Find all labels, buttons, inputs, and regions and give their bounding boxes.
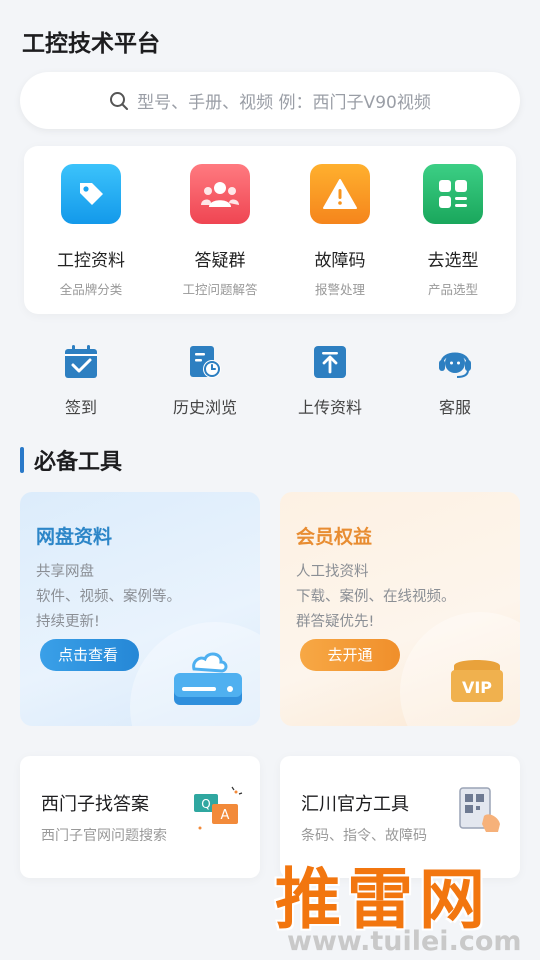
tag-icon bbox=[61, 164, 121, 224]
vip-badge-icon: VIP bbox=[451, 660, 503, 702]
section-title: 必备工具 bbox=[34, 450, 123, 475]
headset-icon bbox=[435, 342, 475, 382]
qa-chat-icon: Q A bbox=[194, 786, 243, 830]
search-icon bbox=[110, 91, 129, 110]
quick-action-service[interactable]: 客服 bbox=[400, 342, 510, 418]
quick-action-history[interactable]: 历史浏览 bbox=[150, 342, 260, 418]
vip-promo-card[interactable]: 会员权益 人工找资料 下载、案例、在线视频。 群答疑优先! 去开通 VIP bbox=[280, 492, 520, 726]
qr-scan-icon bbox=[459, 787, 500, 832]
promo-line: 群答疑优先! bbox=[296, 614, 375, 630]
category-label: 答疑群 bbox=[194, 251, 246, 271]
category-sub: 产品选型 bbox=[427, 282, 478, 297]
promo-line: 人工找资料 bbox=[296, 564, 369, 580]
quick-action-label: 签到 bbox=[64, 398, 97, 417]
watermark-url: www.tuilei.com bbox=[287, 926, 522, 957]
category-item-materials[interactable]: 工控资料 全品牌分类 bbox=[31, 164, 151, 298]
tool-title: 西门子找答案 bbox=[41, 794, 149, 815]
search-input[interactable]: 型号、手册、视频 例：西门子V90视频 bbox=[20, 72, 520, 129]
promo-line: 软件、视频、案例等。 bbox=[36, 589, 181, 605]
category-label: 故障码 bbox=[314, 251, 366, 271]
calendar-check-icon bbox=[61, 342, 101, 382]
tool-sub: 条码、指令、故障码 bbox=[301, 828, 427, 844]
quick-action-upload[interactable]: 上传资料 bbox=[275, 342, 385, 418]
promo-line: 下载、案例、在线视频。 bbox=[296, 589, 456, 605]
tool-sub: 西门子官网问题搜索 bbox=[41, 828, 167, 844]
category-sub: 全品牌分类 bbox=[59, 282, 123, 297]
history-doc-icon bbox=[185, 342, 225, 382]
cloud-drive-icon bbox=[174, 652, 242, 705]
svg-text:Q: Q bbox=[201, 797, 210, 811]
section-accent-bar bbox=[20, 447, 24, 473]
activate-button[interactable]: 去开通 bbox=[300, 639, 400, 671]
category-item-fault-code[interactable]: 故障码 报警处理 bbox=[280, 164, 400, 298]
category-item-selection[interactable]: 去选型 产品选型 bbox=[393, 164, 513, 298]
promo-title: 会员权益 bbox=[296, 526, 373, 548]
group-icon bbox=[190, 164, 250, 224]
quick-action-checkin[interactable]: 签到 bbox=[26, 342, 136, 418]
promo-title: 网盘资料 bbox=[36, 526, 113, 548]
svg-text:A: A bbox=[221, 808, 230, 823]
grid-icon bbox=[423, 164, 483, 224]
category-label: 工控资料 bbox=[57, 251, 125, 271]
upload-icon bbox=[310, 342, 350, 382]
view-button[interactable]: 点击查看 bbox=[40, 639, 139, 671]
category-card: 工控资料 全品牌分类 答疑群 工控问题解答 故障码 报警处理 去选型 产品选型 bbox=[24, 146, 516, 314]
tool-title: 汇川官方工具 bbox=[301, 794, 409, 815]
quick-action-label: 上传资料 bbox=[297, 398, 362, 417]
category-label: 去选型 bbox=[427, 251, 479, 271]
siemens-answer-card[interactable]: 西门子找答案 西门子官网问题搜索 Q A bbox=[20, 756, 260, 878]
search-placeholder: 型号、手册、视频 例：西门子V90视频 bbox=[137, 93, 431, 113]
netdisk-promo-card[interactable]: 网盘资料 共享网盘 软件、视频、案例等。 持续更新! 点击查看 bbox=[20, 492, 260, 726]
warning-icon bbox=[310, 164, 370, 224]
quick-action-label: 客服 bbox=[438, 398, 471, 417]
category-item-qa-group[interactable]: 答疑群 工控问题解答 bbox=[160, 164, 280, 298]
section-header: 必备工具 bbox=[20, 446, 123, 475]
watermark: 推雷网 www.tuilei.com bbox=[265, 846, 540, 960]
category-sub: 工控问题解答 bbox=[182, 282, 258, 297]
quick-action-label: 历史浏览 bbox=[172, 398, 237, 417]
vip-badge-text: VIP bbox=[462, 678, 492, 697]
promo-line: 持续更新! bbox=[36, 614, 100, 630]
page-title: 工控技术平台 bbox=[22, 31, 160, 57]
category-sub: 报警处理 bbox=[314, 282, 365, 297]
promo-line: 共享网盘 bbox=[36, 564, 94, 580]
